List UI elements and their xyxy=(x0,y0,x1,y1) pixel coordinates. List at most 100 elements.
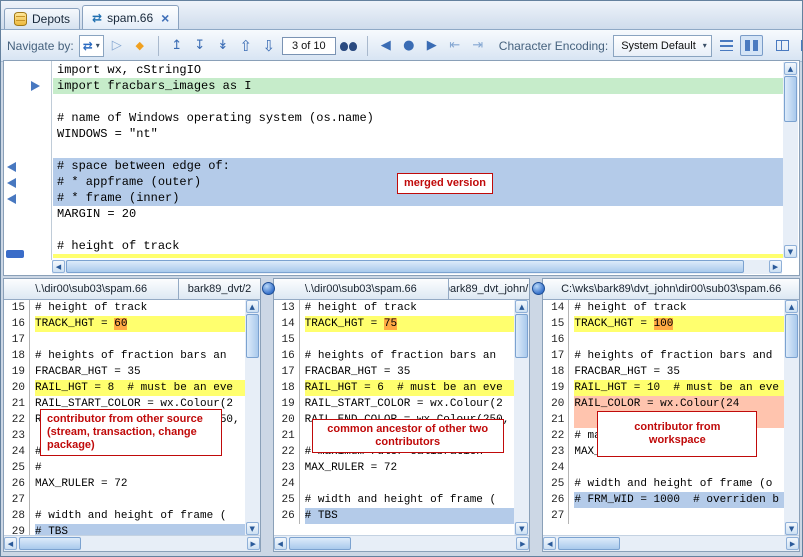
collapse-left-button[interactable]: ⇤ xyxy=(445,36,465,56)
navigate-mode-select[interactable]: ⇄ ▾ xyxy=(79,35,104,57)
code-line: 18RAIL_HGT = 6 # must be an eve xyxy=(274,380,515,396)
pane-vertical-scrollbar[interactable]: ▲ ▼ xyxy=(245,300,260,535)
pane-horizontal-scrollbar[interactable]: ◀ ▶ xyxy=(543,535,799,551)
merged-code[interactable]: import wx, cStringIOimport fracbars_imag… xyxy=(53,62,783,258)
first-difference-button[interactable]: ↥ xyxy=(167,36,187,56)
scroll-thumb[interactable] xyxy=(515,314,528,358)
next-difference-button[interactable]: ⇩ xyxy=(259,36,279,56)
code-line: 19RAIL_HGT = 10 # must be an eve xyxy=(543,380,784,396)
scroll-thumb[interactable] xyxy=(19,537,81,550)
scroll-down-button[interactable]: ▼ xyxy=(785,522,798,535)
pane-horizontal-scrollbar[interactable]: ◀ ▶ xyxy=(274,535,530,551)
pane-horizontal-scrollbar[interactable]: ◀ ▶ xyxy=(4,535,260,551)
scroll-down-button[interactable]: ▼ xyxy=(246,522,259,535)
code-line: 14# height of track xyxy=(543,300,784,316)
pane-select-button[interactable] xyxy=(262,282,275,295)
tab-depots-label: Depots xyxy=(32,12,70,26)
code-line: 26# TBS xyxy=(274,508,515,524)
merge-tool-window: Depots ⇄ spam.66 × Navigate by: ⇄ ▾ ▷ ◆ … xyxy=(0,0,803,557)
code-line: 19RAIL_START_COLOR = wx.Colour(2 xyxy=(274,396,515,412)
view-split-button[interactable] xyxy=(771,35,794,56)
close-icon[interactable]: × xyxy=(161,13,169,23)
scroll-thumb[interactable] xyxy=(246,314,259,358)
scroll-right-button[interactable]: ▶ xyxy=(769,260,782,273)
code-line: 15 xyxy=(274,332,515,348)
scroll-up-button[interactable]: ▲ xyxy=(246,300,259,313)
pane-vertical-scrollbar[interactable]: ▲ ▼ xyxy=(784,300,799,535)
scroll-thumb[interactable] xyxy=(785,314,798,358)
pane-other-source: \.\dir00\sub03\spam.66 bark89_dvt/2 15# … xyxy=(3,278,261,552)
code-line: 25# xyxy=(4,460,245,476)
step-back-button[interactable]: ◀ xyxy=(376,36,396,56)
scroll-down-button[interactable]: ▼ xyxy=(515,522,528,535)
other-source-callout: contributor from other source (stream, t… xyxy=(40,409,222,456)
text-lines-icon xyxy=(720,40,733,51)
scroll-thumb[interactable] xyxy=(558,537,620,550)
code-line: # space between edge of: xyxy=(53,158,783,174)
scroll-right-button[interactable]: ▶ xyxy=(786,537,799,550)
code-line: 18# heights of fraction bars an xyxy=(4,348,245,364)
toolbar: Navigate by: ⇄ ▾ ▷ ◆ ↥ ↧ ↡ ⇧ ⇩ ◀ ● ▶ ⇤ ⇥… xyxy=(1,30,802,62)
encoding-select[interactable]: System Default ▾ xyxy=(613,35,712,57)
workspace-callout: contributor from workspace xyxy=(597,411,757,457)
scroll-up-button[interactable]: ▲ xyxy=(785,300,798,313)
collapse-right-button[interactable]: ⇥ xyxy=(468,36,488,56)
merged-horizontal-scrollbar[interactable]: ◀ ▶ xyxy=(52,260,782,274)
binoculars-icon xyxy=(340,40,357,52)
code-line: 15TRACK_HGT = 100 xyxy=(543,316,784,332)
scroll-thumb[interactable] xyxy=(784,76,797,122)
scroll-left-button[interactable]: ◀ xyxy=(52,260,65,273)
code-line: 20RAIL_COLOR = wx.Colour(24 xyxy=(543,396,784,412)
scroll-down-button[interactable]: ▼ xyxy=(784,245,797,258)
current-location-button[interactable]: ● xyxy=(399,36,419,56)
scroll-up-button[interactable]: ▲ xyxy=(515,300,528,313)
next-section-button[interactable]: ↡ xyxy=(213,36,233,56)
find-button[interactable] xyxy=(339,36,359,56)
tab-spam66-label: spam.66 xyxy=(107,11,153,25)
next-conflict-button[interactable]: ◆ xyxy=(130,36,150,56)
go-next-arrow-button[interactable]: ▷ xyxy=(107,36,127,56)
scroll-left-button[interactable]: ◀ xyxy=(274,537,287,550)
view-text-button[interactable] xyxy=(715,35,738,56)
contributor-panes: \.\dir00\sub03\spam.66 bark89_dvt/2 15# … xyxy=(3,278,800,552)
pane-header: C:\wks\bark89\dvt_john\dir00\sub03\spam.… xyxy=(543,279,799,300)
tab-spam66[interactable]: ⇄ spam.66 × xyxy=(82,5,179,29)
code-line: import wx, cStringIO xyxy=(53,62,783,78)
pane-select-button[interactable] xyxy=(532,282,545,295)
toolbar-separator xyxy=(158,36,159,56)
code-line: 19FRACBAR_HGT = 35 xyxy=(4,364,245,380)
pane-vertical-scrollbar[interactable]: ▲ ▼ xyxy=(514,300,529,535)
step-forward-button[interactable]: ▶ xyxy=(422,36,442,56)
code-line: 26MAX_RULER = 72 xyxy=(4,476,245,492)
scroll-left-button[interactable]: ◀ xyxy=(543,537,556,550)
scroll-thumb[interactable] xyxy=(289,537,351,550)
code-line: 25# width and height of frame ( xyxy=(274,492,515,508)
view-columns-button[interactable] xyxy=(740,35,763,56)
code-line: # name of Windows operating system (os.n… xyxy=(53,110,783,126)
code-line: 24 xyxy=(274,476,515,492)
scroll-right-button[interactable]: ▶ xyxy=(247,537,260,550)
file-path-label: \.\dir00\sub03\spam.66 xyxy=(4,279,179,299)
scroll-left-button[interactable]: ◀ xyxy=(4,537,17,550)
tab-bar: Depots ⇄ spam.66 × xyxy=(1,1,802,30)
diff-position-field[interactable] xyxy=(282,37,336,55)
toolbar-separator xyxy=(367,36,368,56)
merged-vertical-scrollbar[interactable]: ▲ ▼ xyxy=(783,62,798,258)
merged-pane: import wx, cStringIOimport fracbars_imag… xyxy=(3,60,800,276)
scroll-right-button[interactable]: ▶ xyxy=(516,537,529,550)
previous-difference-button[interactable]: ⇧ xyxy=(236,36,256,56)
pane-base-ancestor: \.\dir00\sub03\spam.66 bark89_dvt_john/1… xyxy=(273,278,531,552)
pane-workspace: C:\wks\bark89\dvt_john\dir00\sub03\spam.… xyxy=(542,278,800,552)
last-difference-button[interactable]: ↧ xyxy=(190,36,210,56)
view-stack-button[interactable] xyxy=(796,35,803,56)
branch-version-label: bark89_dvt_john/1 xyxy=(449,279,529,299)
pane-code-base[interactable]: 13# height of track14TRACK_HGT = 751516#… xyxy=(274,300,515,535)
code-line: 28# width and height of frame ( xyxy=(4,508,245,524)
scroll-thumb[interactable] xyxy=(66,260,744,273)
tab-depots[interactable]: Depots xyxy=(4,8,80,29)
diff-marker-left-icon xyxy=(7,162,16,172)
depot-database-icon xyxy=(14,12,27,26)
code-line: import fracbars_images as I xyxy=(53,78,783,94)
scroll-up-button[interactable]: ▲ xyxy=(784,62,797,75)
code-line: 17# heights of fraction bars and xyxy=(543,348,784,364)
